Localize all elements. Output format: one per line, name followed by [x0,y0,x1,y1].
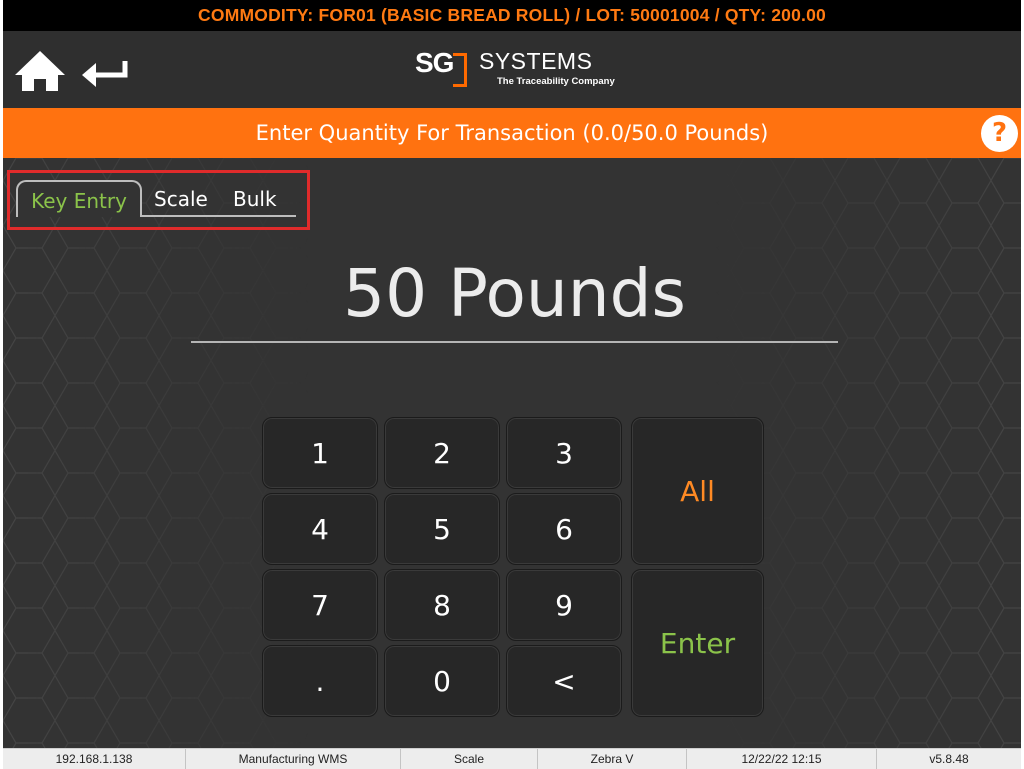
logo-mark: SG [415,47,454,78]
status-version: v5.8.48 [929,752,969,766]
key-backspace[interactable]: < [506,645,622,717]
status-device: Scale [401,749,538,769]
home-button[interactable] [13,49,67,93]
tab-bulk[interactable]: Bulk [233,180,277,217]
app-frame: COMMODITY: FOR01 (BASIC BREAD ROLL) / LO… [3,0,1021,769]
key-decimal[interactable]: . [262,645,378,717]
tab-scale[interactable]: Scale [154,180,208,217]
tab-key-entry[interactable]: Key Entry [16,180,142,217]
numeric-keypad: 1 2 3 All 4 5 6 7 8 9 Enter . 0 < [262,417,766,717]
entry-mode-tabs: Key Entry Scale Bulk [16,180,298,218]
header: SG SYSTEMS The Traceability Company [3,31,1021,108]
key-3[interactable]: 3 [506,417,622,489]
key-1[interactable]: 1 [262,417,378,489]
key-4[interactable]: 4 [262,493,378,565]
page-title: Enter Quantity For Transaction (0.0/50.0… [3,108,1021,158]
logo-bracket [453,53,467,87]
key-0[interactable]: 0 [384,645,500,717]
key-9[interactable]: 9 [506,569,622,641]
commodity-info-bar: COMMODITY: FOR01 (BASIC BREAD ROLL) / LO… [3,0,1021,31]
sg-systems-logo: SG SYSTEMS The Traceability Company [415,46,625,94]
status-datetime: 12/22/22 12:15 [687,749,877,769]
logo-tagline: The Traceability Company [497,76,615,87]
all-button[interactable]: All [631,417,764,565]
status-app: Manufacturing WMS [186,749,401,769]
key-8[interactable]: 8 [384,569,500,641]
status-ip: 192.168.1.138 [3,749,186,769]
help-button[interactable]: ? [981,115,1018,152]
logo-name: SYSTEMS [479,48,593,74]
enter-button[interactable]: Enter [631,569,764,717]
return-arrow-icon [82,61,128,87]
key-2[interactable]: 2 [384,417,500,489]
back-button[interactable] [79,55,133,91]
quantity-display: 50 Pounds [343,255,686,332]
key-5[interactable]: 5 [384,493,500,565]
key-6[interactable]: 6 [506,493,622,565]
key-7[interactable]: 7 [262,569,378,641]
status-printer: Zebra V [538,749,687,769]
status-bar: 192.168.1.138 Manufacturing WMS Scale Ze… [3,748,1021,769]
quantity-underline [191,341,838,343]
home-icon [15,51,65,91]
